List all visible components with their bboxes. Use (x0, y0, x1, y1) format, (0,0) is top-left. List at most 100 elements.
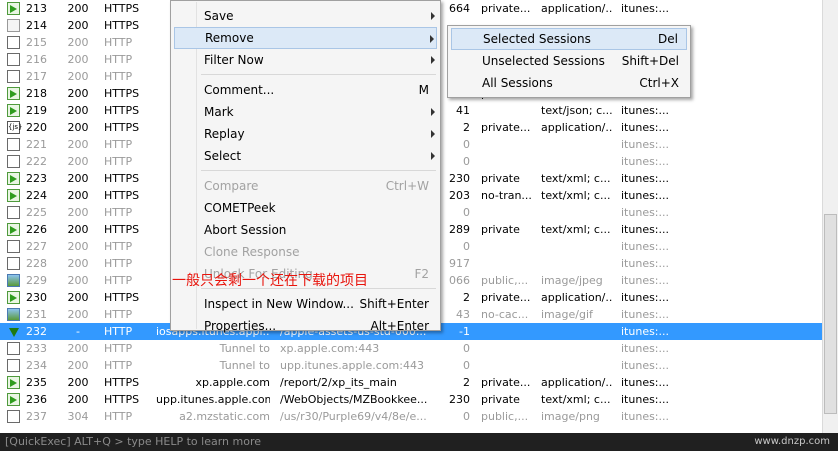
session-protocol-cell: HTTP (104, 206, 133, 219)
session-result-cell: 200 (67, 240, 89, 253)
session-protocol-cell: HTTP (104, 257, 133, 270)
quickexec-bar[interactable]: [QuickExec] ALT+Q > type HELP to learn m… (0, 433, 838, 451)
session-num-cell: 224 (26, 189, 47, 202)
arrow-icon (7, 290, 20, 304)
session-result-cell: 200 (67, 274, 89, 287)
session-row[interactable]: 236 200 HTTPS upp.itunes.apple.com/WebObjec… (0, 391, 822, 408)
session-row[interactable]: 237 304 HTTP a2.mzstatic.com/us/r30/Purple6… (0, 408, 822, 425)
session-result-cell: 304 (67, 410, 89, 423)
session-body-cell: 917 (449, 257, 470, 270)
session-type-cell (7, 68, 25, 85)
session-ctype-cell: text/json; c... (541, 104, 613, 117)
submenu-item-unselected-sessions[interactable]: Unselected Sessions Shift+Del (451, 50, 687, 72)
scrollbar-thumb[interactable] (824, 214, 837, 414)
session-num-cell: 231 (26, 308, 47, 321)
session-type-cell (7, 289, 25, 306)
session-row[interactable]: 235 200 HTTPS xp.apple.com/report/2/xp_its_… (0, 374, 822, 391)
page-icon (7, 358, 20, 372)
session-num-cell: 237 (26, 410, 47, 423)
menu-item-compare[interactable]: Compare Ctrl+W (174, 175, 437, 197)
session-protocol-cell: HTTPS (104, 376, 140, 389)
session-caching-cell: no-cac... (481, 308, 529, 321)
session-body-cell: 203 (449, 189, 470, 202)
menu-item-filter-now[interactable]: Filter Now (174, 49, 437, 71)
session-protocol-cell: HTTPS (104, 2, 140, 15)
page-icon (7, 341, 20, 355)
session-result-cell: - (76, 325, 80, 338)
image-icon (7, 307, 20, 321)
submenu-item-selected-sessions[interactable]: Selected Sessions Del (451, 28, 687, 50)
session-caching-cell: public,... (481, 274, 529, 287)
session-num-cell: 227 (26, 240, 47, 253)
session-ctype-cell: text/xml; c... (541, 189, 611, 202)
session-protocol-cell: HTTP (104, 240, 133, 253)
session-result-cell: 200 (67, 155, 89, 168)
session-body-cell: 230 (449, 172, 470, 185)
menu-item-remove[interactable]: Remove (174, 27, 437, 49)
menu-separator (201, 170, 436, 171)
menu-item-inspect-new-window[interactable]: Inspect in New Window... Shift+Enter (174, 293, 437, 315)
menu-item-abort-session[interactable]: Abort Session (174, 219, 437, 241)
menu-item-label: Abort Session (204, 223, 287, 237)
page-icon (7, 239, 20, 253)
arrow-icon (7, 222, 20, 236)
session-type-cell (7, 85, 25, 102)
session-body-cell: 0 (463, 359, 470, 372)
arrow-icon (7, 1, 20, 15)
session-host-cell: a2.mzstatic.com (179, 410, 270, 423)
session-row[interactable]: 234 200 HTTP Tunnel to upp.itunes.apple.com:… (0, 357, 822, 374)
session-result-cell: 200 (67, 257, 89, 270)
submenu-arrow-icon (431, 152, 435, 160)
session-host-cell: Tunnel to (219, 359, 270, 372)
session-process-cell: itunes:... (621, 410, 670, 423)
menu-item-clone-response[interactable]: Clone Response (174, 241, 437, 263)
menu-item-select[interactable]: Select (174, 145, 437, 167)
session-result-cell: 200 (67, 19, 89, 32)
session-protocol-cell: HTTP (104, 359, 133, 372)
menu-item-replay[interactable]: Replay (174, 123, 437, 145)
session-type-cell (7, 306, 25, 323)
menu-item-save[interactable]: Save (174, 5, 437, 27)
session-protocol-cell: HTTP (104, 53, 133, 66)
session-protocol-cell: HTTPS (104, 87, 140, 100)
session-caching-cell: private... (481, 121, 531, 134)
session-type-cell (7, 357, 25, 374)
page-icon (7, 52, 20, 66)
session-body-cell: 289 (449, 223, 470, 236)
session-body-cell: 0 (463, 240, 470, 253)
menu-item-label: Replay (204, 127, 245, 141)
quickexec-text: [QuickExec] ALT+Q > type HELP to learn m… (5, 435, 262, 448)
session-caching-cell: private... (481, 291, 531, 304)
menu-item-label: Mark (204, 105, 234, 119)
vertical-scrollbar[interactable] (822, 0, 838, 433)
session-process-cell: itunes:... (621, 121, 670, 134)
page-icon (7, 154, 20, 168)
session-num-cell: 214 (26, 19, 47, 32)
submenu-item-all-sessions[interactable]: All Sessions Ctrl+X (451, 72, 687, 94)
session-host-cell: Tunnel to (219, 342, 270, 355)
menu-item-cometpeek[interactable]: COMETPeek (174, 197, 437, 219)
submenu-arrow-icon (431, 56, 435, 64)
session-body-cell: 2 (463, 291, 470, 304)
menu-item-shortcut: F2 (414, 267, 429, 281)
menu-item-comment[interactable]: Comment... M (174, 79, 437, 101)
session-process-cell: itunes:... (621, 2, 670, 15)
session-process-cell: itunes:... (621, 274, 670, 287)
session-result-cell: 200 (67, 393, 89, 406)
menu-item-properties[interactable]: Properties... Alt+Enter (174, 315, 437, 337)
menu-item-label: COMETPeek (204, 201, 276, 215)
session-protocol-cell: HTTP (104, 274, 133, 287)
menu-item-mark[interactable]: Mark (174, 101, 437, 123)
arrow-icon (7, 103, 20, 117)
page-icon (7, 256, 20, 270)
submenu-arrow-icon (431, 108, 435, 116)
arrow-icon (7, 392, 20, 406)
session-body-cell: 0 (463, 138, 470, 151)
menu-item-label: Save (204, 9, 234, 23)
session-row[interactable]: 233 200 HTTP Tunnel to xp.apple.com:443 0 itun… (0, 340, 822, 357)
session-result-cell: 200 (67, 138, 89, 151)
menu-item-label: Filter Now (204, 53, 264, 67)
session-ctype-cell: application/... (541, 2, 613, 15)
session-protocol-cell: HTTPS (104, 291, 140, 304)
session-type-cell (7, 34, 25, 51)
